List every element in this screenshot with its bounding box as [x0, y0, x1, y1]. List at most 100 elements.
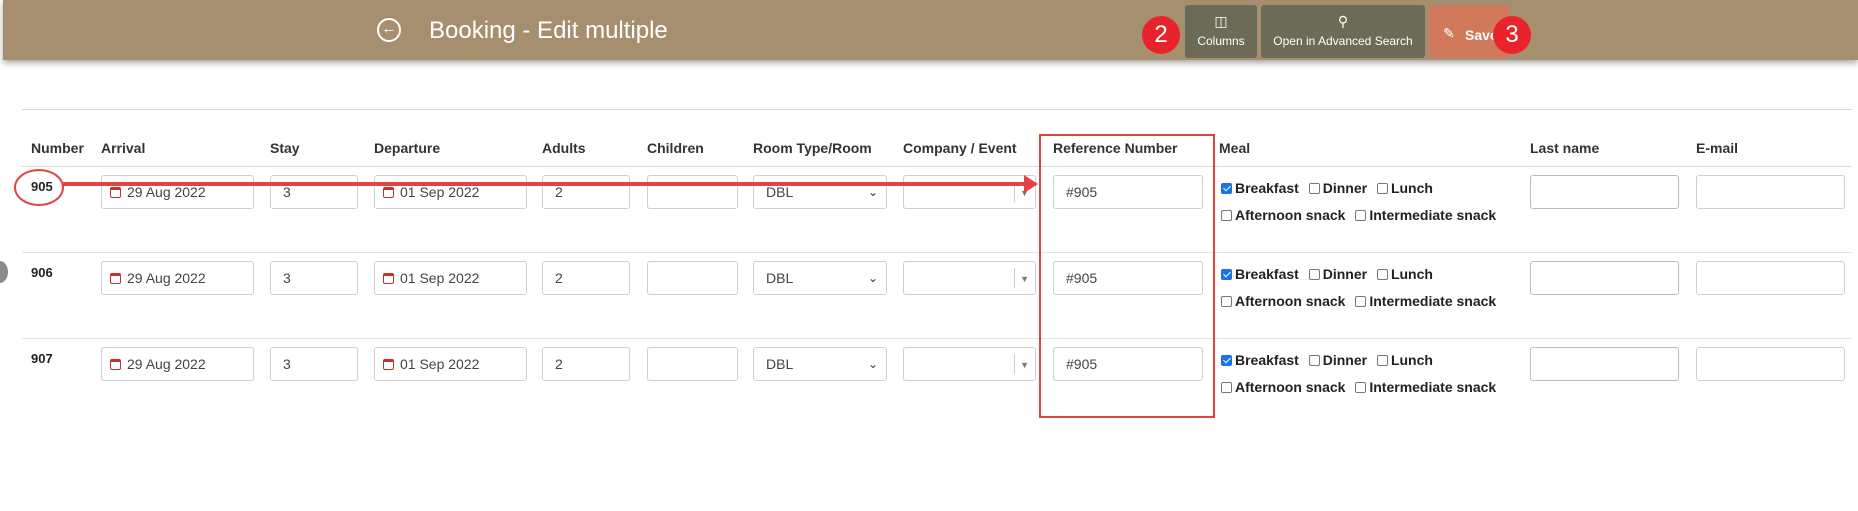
columns-icon: ◫: [1214, 13, 1228, 29]
col-header-stay: Stay: [270, 140, 300, 156]
departure-value: 01 Sep 2022: [400, 184, 480, 200]
meal-lunch[interactable]: Lunch: [1375, 180, 1433, 196]
divider: [22, 109, 1852, 110]
meal-intermediate-snack[interactable]: Intermediate snack: [1353, 207, 1496, 223]
departure-value: 01 Sep 2022: [400, 356, 480, 372]
meal-intermediate-snack[interactable]: Intermediate snack: [1353, 379, 1496, 395]
breakfast-checkbox[interactable]: [1221, 183, 1232, 194]
meal-intermediate-snack[interactable]: Intermediate snack: [1353, 293, 1496, 309]
meal-dinner[interactable]: Dinner: [1307, 266, 1367, 282]
email-field[interactable]: [1696, 261, 1845, 295]
departure-date-field[interactable]: 01 Sep 2022: [374, 261, 527, 295]
meal-breakfast[interactable]: Breakfast: [1219, 352, 1299, 368]
children-field[interactable]: [647, 261, 738, 295]
adults-field[interactable]: 2: [542, 261, 630, 295]
arrival-date-field[interactable]: 29 Aug 2022: [101, 347, 254, 381]
dinner-checkbox[interactable]: [1308, 183, 1320, 194]
departure-value: 01 Sep 2022: [400, 270, 480, 286]
intermediate-snack-checkbox[interactable]: [1355, 382, 1367, 393]
stay-field[interactable]: 3: [270, 175, 358, 209]
breakfast-checkbox[interactable]: [1221, 355, 1232, 366]
meal-label: Breakfast: [1235, 266, 1299, 282]
breakfast-checkbox[interactable]: [1221, 269, 1232, 280]
last-name-field[interactable]: [1530, 261, 1679, 295]
room-type-value: DBL: [766, 270, 794, 286]
meal-options-line2: Afternoon snack Intermediate snack: [1219, 293, 1500, 309]
departure-date-field[interactable]: 01 Sep 2022: [374, 347, 527, 381]
room-type-select[interactable]: DBL ⌄: [753, 175, 887, 209]
room-type-select[interactable]: DBL ⌄: [753, 261, 887, 295]
dinner-checkbox[interactable]: [1308, 269, 1320, 280]
meal-afternoon-snack[interactable]: Afternoon snack: [1219, 293, 1345, 309]
meal-label: Lunch: [1390, 266, 1433, 282]
col-header-number: Number: [31, 140, 84, 156]
afternoon-snack-checkbox[interactable]: [1221, 210, 1232, 221]
stay-field[interactable]: 3: [270, 261, 358, 295]
company-combobox[interactable]: ▼: [903, 347, 1036, 381]
meal-label: Intermediate snack: [1369, 379, 1497, 395]
meal-label: Intermediate snack: [1369, 293, 1497, 309]
meal-afternoon-snack[interactable]: Afternoon snack: [1219, 379, 1345, 395]
company-combobox[interactable]: ▼: [903, 175, 1036, 209]
children-field[interactable]: [647, 175, 738, 209]
columns-button[interactable]: ◫ Columns: [1185, 5, 1257, 58]
row-divider: [22, 338, 1852, 339]
arrival-value: 29 Aug 2022: [127, 270, 206, 286]
meal-label: Dinner: [1322, 266, 1368, 282]
calendar-icon: [110, 273, 121, 284]
stay-field[interactable]: 3: [270, 347, 358, 381]
arrow-left-circle-icon[interactable]: ←: [377, 18, 401, 42]
meal-label: Afternoon snack: [1235, 207, 1346, 223]
columns-label: Columns: [1197, 34, 1245, 48]
email-field[interactable]: [1696, 175, 1845, 209]
meal-label: Intermediate snack: [1369, 207, 1497, 223]
email-field[interactable]: [1696, 347, 1845, 381]
row-number: 907: [31, 351, 53, 366]
departure-date-field[interactable]: 01 Sep 2022: [374, 175, 527, 209]
page-title: Booking - Edit multiple: [429, 17, 668, 44]
combo-divider: [1014, 268, 1015, 288]
chevron-down-icon: ⌄: [867, 357, 878, 371]
arrival-date-field[interactable]: 29 Aug 2022: [101, 175, 254, 209]
company-combobox[interactable]: ▼: [903, 261, 1036, 295]
lunch-checkbox[interactable]: [1376, 183, 1388, 194]
chevron-down-icon: ⌄: [867, 185, 878, 199]
meal-lunch[interactable]: Lunch: [1375, 352, 1433, 368]
calendar-icon: [110, 359, 121, 370]
meal-options-line2: Afternoon snack Intermediate snack: [1219, 207, 1500, 223]
arrival-date-field[interactable]: 29 Aug 2022: [101, 261, 254, 295]
dinner-checkbox[interactable]: [1308, 355, 1320, 366]
meal-dinner[interactable]: Dinner: [1307, 180, 1367, 196]
search-icon: ⚲: [1337, 13, 1349, 29]
last-name-field[interactable]: [1530, 347, 1679, 381]
intermediate-snack-checkbox[interactable]: [1355, 210, 1367, 221]
children-field[interactable]: [647, 347, 738, 381]
room-type-select[interactable]: DBL ⌄: [753, 347, 887, 381]
meal-breakfast[interactable]: Breakfast: [1219, 266, 1299, 282]
meal-options-line2: Afternoon snack Intermediate snack: [1219, 379, 1500, 395]
reference-column-highlight: [1039, 134, 1215, 418]
calendar-icon: [110, 187, 121, 198]
adults-field[interactable]: 2: [542, 347, 630, 381]
col-header-arrival: Arrival: [101, 140, 146, 156]
col-header-company: Company / Event: [903, 140, 1017, 156]
meal-dinner[interactable]: Dinner: [1307, 352, 1367, 368]
advanced-search-button[interactable]: ⚲ Open in Advanced Search: [1261, 5, 1425, 58]
afternoon-snack-checkbox[interactable]: [1221, 382, 1232, 393]
meal-label: Lunch: [1390, 180, 1433, 196]
meal-label: Afternoon snack: [1235, 293, 1346, 309]
lunch-checkbox[interactable]: [1376, 355, 1388, 366]
adults-field[interactable]: 2: [542, 175, 630, 209]
lunch-checkbox[interactable]: [1376, 269, 1388, 280]
meal-lunch[interactable]: Lunch: [1375, 266, 1433, 282]
last-name-field[interactable]: [1530, 175, 1679, 209]
col-header-departure: Departure: [374, 140, 441, 156]
meal-breakfast[interactable]: Breakfast: [1219, 180, 1299, 196]
row-divider: [22, 252, 1852, 253]
scroll-handle[interactable]: [0, 261, 8, 283]
col-header-room-type: Room Type/Room: [753, 140, 872, 156]
afternoon-snack-checkbox[interactable]: [1221, 296, 1232, 307]
meal-afternoon-snack[interactable]: Afternoon snack: [1219, 207, 1345, 223]
intermediate-snack-checkbox[interactable]: [1355, 296, 1367, 307]
annotation-arrow-head: [1024, 175, 1038, 193]
